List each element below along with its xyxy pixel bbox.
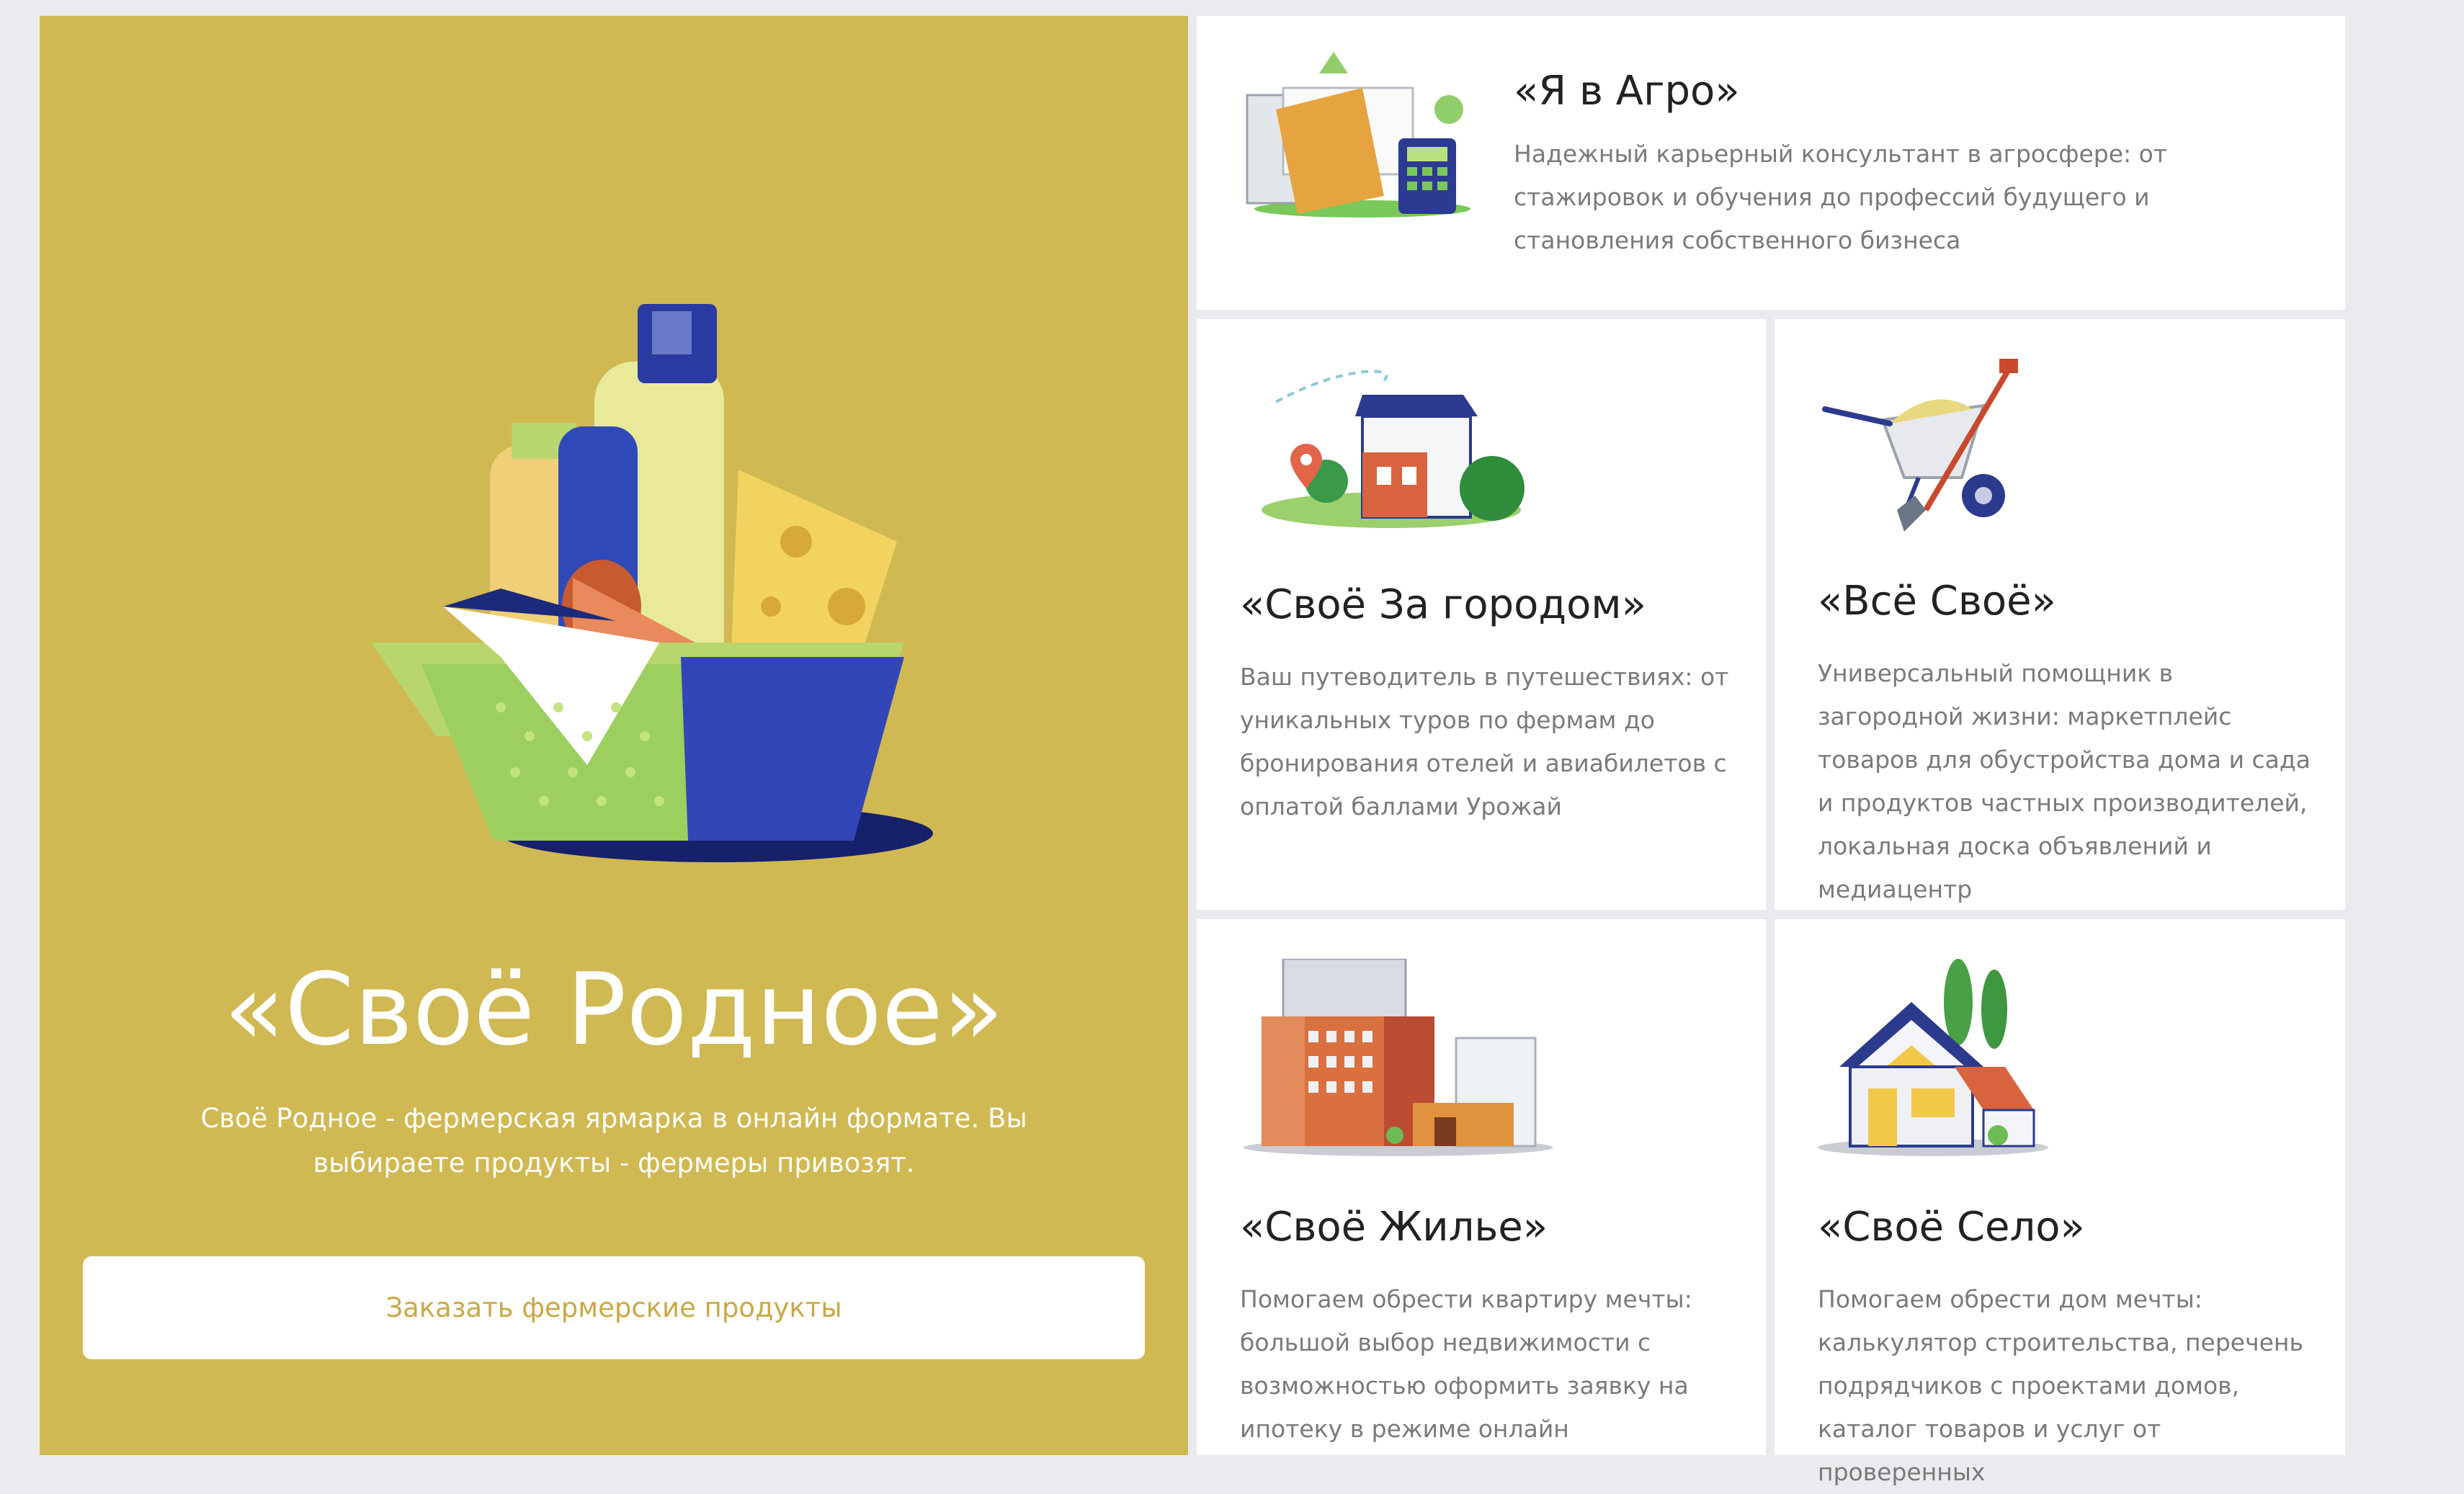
order-farm-products-button[interactable]: Заказать фермерские продукты xyxy=(83,1256,1145,1359)
card-ya-v-agro[interactable]: «Я в Агро» Надежный карьерный консультан… xyxy=(1197,16,2345,310)
card-description: Универсальный помощник в загородной жизн… xyxy=(1818,659,2311,903)
card-svoe-za-gorodom[interactable]: «Своё За городом» Ваш путеводитель в пут… xyxy=(1197,319,1766,910)
card-description: Ваш путеводитель в путешествиях: от уник… xyxy=(1240,663,1729,820)
country-house-location-icon xyxy=(1262,370,1525,528)
card-description: Надежный карьерный консультант в агросфе… xyxy=(1514,140,2168,254)
village-house-icon xyxy=(1818,959,2048,1156)
hero-title: «Своё Родное» xyxy=(223,952,1004,1068)
card-svoe-selo[interactable]: «Своё Село» Помогаем обрести дом мечты: … xyxy=(1775,919,2345,1486)
card-title: «Своё Село» xyxy=(1818,1204,2085,1251)
card-title: «Всё Своё» xyxy=(1818,578,2056,625)
grocery-basket-icon xyxy=(371,304,933,862)
hero-description: Своё Родное - фермерская ярмарка в онлай… xyxy=(200,1103,1027,1178)
documents-calculator-icon xyxy=(1246,52,1470,218)
card-vse-svoe[interactable]: «Всё Своё» Универсальный помощник в заго… xyxy=(1775,319,2345,910)
card-title: «Своё За городом» xyxy=(1240,581,1646,628)
card-description: Помогаем обрести дом мечты: калькулятор … xyxy=(1818,1285,2303,1486)
wheelbarrow-shovel-icon xyxy=(1822,359,2018,532)
card-svoe-zhilye[interactable]: «Своё Жилье» Помогаем обрести квартиру м… xyxy=(1197,919,1766,1455)
card-title: «Я в Агро» xyxy=(1514,68,1740,115)
card-description: Помогаем обрести квартиру мечты: большой… xyxy=(1240,1285,1692,1443)
apartment-buildings-icon xyxy=(1244,959,1553,1156)
hero-panel-svoe-rodnoe: «Своё Родное» Своё Родное - фермерская я… xyxy=(40,16,1188,1455)
card-title: «Своё Жилье» xyxy=(1240,1204,1548,1251)
